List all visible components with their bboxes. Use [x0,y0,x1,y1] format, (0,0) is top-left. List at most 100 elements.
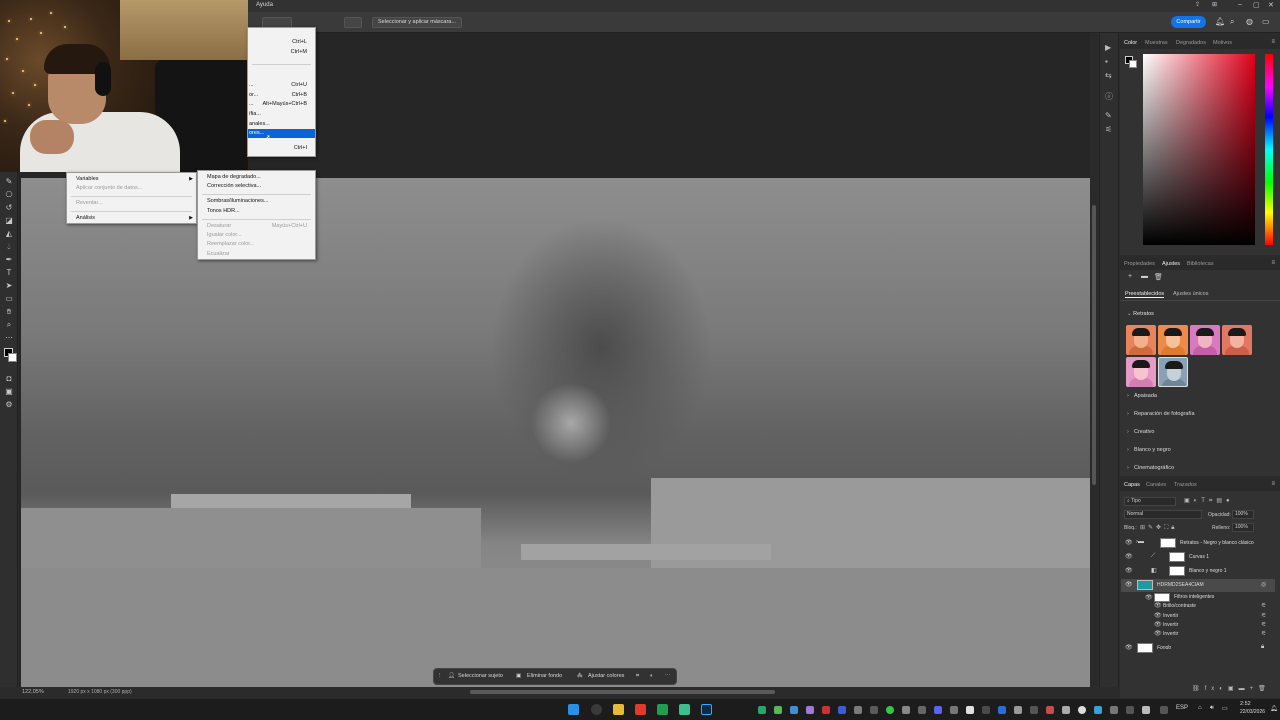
rectangle-tool-icon[interactable]: ▭ [4,294,14,303]
lock-icons[interactable]: ⊞✎✥⛶🔒︎ [1140,524,1177,532]
visibility-eye-icon[interactable]: 👁︎ [1125,539,1133,546]
filter-options-icon[interactable]: ⚟ [1261,621,1266,628]
tray-app-icon[interactable] [838,706,846,714]
category-landscape[interactable]: › Apaisada [1127,393,1157,399]
preset-thumbnail[interactable] [1222,325,1252,355]
layer-row-selected[interactable]: 👁︎ HDRMD2SEA4CIAM ◎ [1121,579,1275,592]
menu-item[interactable]: or... Ctrl+B [248,91,315,100]
tray-app-icon[interactable] [902,706,910,714]
color-picker-field[interactable] [1143,54,1255,245]
tray-app-icon[interactable] [1078,706,1086,714]
menu-item-analysis[interactable]: Análisis ▶ [67,214,196,223]
brave-browser-icon[interactable] [635,704,646,715]
discover-icon[interactable]: ◍ [1246,17,1253,26]
network-icon[interactable]: ⌂ [1198,705,1202,711]
tray-overflow-icon[interactable] [1160,706,1168,714]
tray-app-icon[interactable] [774,706,782,714]
tray-app-icon[interactable] [1142,706,1150,714]
tab-swatches[interactable]: Muestras [1145,40,1168,46]
tab-gradients[interactable]: Degradados [1176,40,1206,46]
gradient-tool-icon[interactable]: ◭ [4,229,14,238]
tray-app-icon[interactable] [966,706,974,714]
visibility-eye-icon[interactable]: 👁︎ [1125,553,1133,560]
brush-tool-icon[interactable]: ✎ [4,177,14,186]
search-icon[interactable] [591,704,602,715]
clone-stamp-icon[interactable]: ⎔ [4,190,14,199]
info-icon[interactable]: ⓘ [1105,91,1113,102]
panel-menu-icon[interactable]: ≡ [1271,481,1275,487]
panel-menu-icon[interactable]: ≡ [1271,260,1275,266]
layer-row[interactable]: 👁︎ ◧ Blanco y negro 1 [1121,565,1275,578]
menu-item[interactable]: ... Ctrl+U [248,81,315,90]
preset-thumbnail-selected[interactable] [1158,357,1188,387]
visibility-eye-icon[interactable]: 👁︎ [1125,644,1133,651]
tab-adjustments[interactable]: Ajustes [1162,261,1180,267]
edit-toolbar-icon[interactable]: ⚙ [4,400,14,409]
type-tool-icon[interactable]: T [4,268,14,277]
tab-libraries[interactable]: Bibliotecas [1187,261,1214,267]
crop-icon[interactable]: ⌗ [636,673,639,680]
menu-item-selective-color[interactable]: Corrección selectiva... [198,182,315,191]
menu-help[interactable]: Ayuda [256,2,273,8]
tray-app-icon[interactable] [982,706,990,714]
menu-item[interactable]: ... Alt+Mayús+Ctrl+B [248,100,315,109]
maximize-icon[interactable]: ▢ [1253,1,1260,9]
menu-item-hdr-toning[interactable]: Tonos HDR... [198,207,315,216]
blend-mode-dropdown[interactable]: Normal [1124,510,1202,519]
select-subject-button[interactable]: Seleccionar sujeto [458,673,503,679]
menu-item-gradient-map[interactable]: Mapa de degradado... [198,173,315,182]
visibility-eye-icon[interactable]: 👁︎ [1145,594,1153,601]
tray-app-icon[interactable] [998,706,1006,714]
blur-tool-icon[interactable]: 💧︎ [4,242,14,252]
volume-icon[interactable]: 🔊︎ [1210,705,1214,712]
hand-tool-icon[interactable]: ✋︎ [4,307,14,317]
menu-item[interactable]: Ctrl+M [248,48,315,57]
windows-start-icon[interactable] [568,704,579,715]
keyboard-language[interactable]: ESP [1176,705,1188,711]
tray-app-icon[interactable] [806,706,814,714]
excel-icon[interactable] [657,704,668,715]
category-black-white[interactable]: › Blanco y negro [1127,447,1171,453]
clock-date[interactable]: 22/03/2026 [1240,709,1265,715]
file-explorer-icon[interactable] [613,704,624,715]
menu-item-highlighted[interactable]: ores... [248,129,315,138]
comment-icon[interactable]: ▪ [1105,57,1108,66]
close-icon[interactable]: ✕ [1268,1,1274,9]
tab-channels[interactable]: Canales [1146,482,1166,488]
share-icon[interactable]: ⇪ [1195,1,1200,8]
minimize-icon[interactable]: – [1238,1,1242,8]
document-canvas[interactable] [21,178,1090,687]
preset-thumbnail[interactable] [1126,357,1156,387]
tray-app-icon[interactable] [758,706,766,714]
subtab-single-adjustments[interactable]: Ajustes únicos [1173,291,1208,297]
select-and-mask-button[interactable]: Seleccionar y aplicar máscara... [372,17,462,28]
mask-icon[interactable]: ◐ [650,673,653,679]
menu-item[interactable]: anales... [248,120,315,129]
bell-icon[interactable]: 🔔︎ [1215,17,1225,26]
battery-icon[interactable]: ▭ [1222,705,1228,712]
folder-icon[interactable]: ▬ [1141,273,1148,280]
remove-background-button[interactable]: Eliminar fondo [527,673,562,679]
play-icon[interactable]: ▶ [1105,43,1111,52]
share-button[interactable]: Compartir [1171,16,1206,28]
tab-paths[interactable]: Trazados [1174,482,1197,488]
tab-properties[interactable]: Propiedades [1124,261,1155,267]
tab-layers[interactable]: Capas [1124,482,1140,488]
zoom-tool-icon[interactable]: ⌕ [4,320,14,330]
tray-app-icon[interactable] [1030,706,1038,714]
search-icon[interactable]: ⌕ [1230,17,1234,27]
add-icon[interactable]: + [1128,273,1132,280]
tray-app-icon[interactable] [918,706,926,714]
hue-slider[interactable] [1265,54,1273,245]
visibility-eye-icon[interactable]: 👁︎ [1154,602,1162,609]
tray-app-icon[interactable] [790,706,798,714]
discord-icon[interactable] [934,706,942,714]
tray-app-icon[interactable] [1046,706,1054,714]
tray-app-icon[interactable] [886,706,894,714]
tray-app-icon[interactable] [854,706,862,714]
background-swatch[interactable] [1129,60,1137,68]
properties-icon[interactable]: ⚟ [1105,125,1112,134]
tray-app-icon[interactable] [1094,706,1102,714]
brush-settings-icon[interactable]: ✎ [1105,111,1112,120]
tray-app-icon[interactable] [1110,706,1118,714]
